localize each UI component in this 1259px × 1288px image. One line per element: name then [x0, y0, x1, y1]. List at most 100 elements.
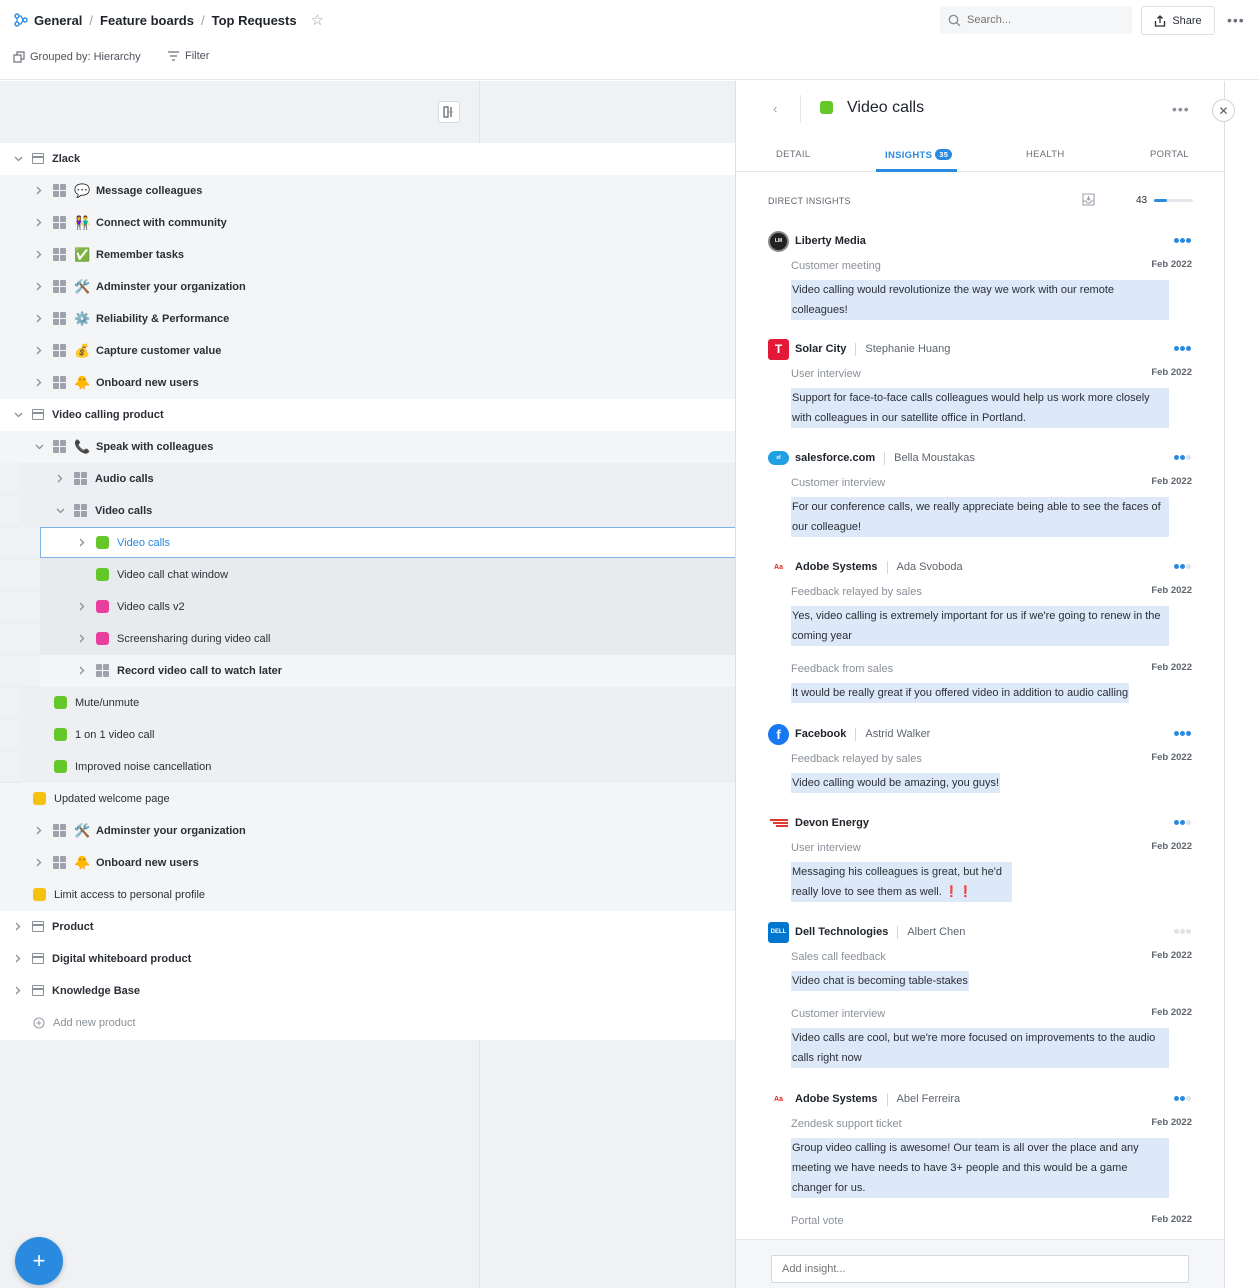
tree-row[interactable]: 👫 Connect with community — [0, 207, 736, 239]
insight-quote[interactable]: Group video calling is awesome! Our team… — [791, 1138, 1169, 1198]
tree-row[interactable]: 📞 Speak with colleagues — [0, 431, 736, 463]
insight-card[interactable]: Devon Energy User interview Feb 2022 Messag… — [768, 812, 1192, 902]
importance-indicator[interactable] — [1173, 237, 1192, 244]
insight-quote[interactable]: Video calls are cool, but we're more foc… — [791, 1028, 1169, 1068]
tree-row[interactable]: Limit access to personal profile — [0, 879, 736, 911]
add-insight-input[interactable] — [771, 1255, 1189, 1283]
search-box[interactable] — [940, 6, 1132, 34]
importance-indicator[interactable] — [1173, 345, 1192, 352]
importance-indicator[interactable] — [1173, 928, 1192, 935]
star-icon[interactable]: ☆ — [311, 13, 324, 28]
tab-detail[interactable]: DETAIL — [776, 149, 810, 160]
tree-row[interactable]: Video calling product — [0, 399, 736, 431]
inbox-icon[interactable] — [1082, 193, 1095, 206]
tree-row[interactable]: Product — [0, 911, 736, 943]
chevron-right-icon[interactable] — [33, 313, 45, 325]
back-chevron-icon[interactable]: ‹ — [773, 101, 777, 116]
insight-quote[interactable]: Support for face-to-face calls colleague… — [791, 388, 1169, 428]
insight-quote[interactable]: Video calling would revolutionize the wa… — [791, 280, 1169, 320]
company-name[interactable]: Adobe Systems — [795, 561, 878, 573]
insight-card[interactable]: sf salesforce.com Bella Moustakas Customer … — [768, 447, 1192, 537]
company-name[interactable]: salesforce.com — [795, 452, 875, 464]
insight-quote[interactable]: Video calling would be amazing, you guys… — [791, 773, 1001, 793]
insight-card[interactable]: DELL Dell Technologies Albert Chen Sales ca… — [768, 921, 1192, 1068]
importance-indicator[interactable] — [1173, 819, 1192, 826]
insight-quote[interactable]: Video chat is becoming table-stakes — [791, 971, 969, 991]
tree-row[interactable]: Screensharing during video call — [0, 623, 736, 655]
chevron-right-icon[interactable] — [54, 473, 66, 485]
tree-row[interactable]: Audio calls — [0, 463, 736, 495]
tree-row[interactable]: ⚙️ Reliability & Performance — [0, 303, 736, 335]
panel-title[interactable]: Video calls — [847, 99, 924, 117]
tree-row[interactable]: 💰 Capture customer value — [0, 335, 736, 367]
tree-row[interactable]: 🐥 Onboard new users — [0, 847, 736, 879]
person-name[interactable]: Stephanie Huang — [865, 343, 950, 355]
chevron-right-icon[interactable] — [33, 377, 45, 389]
chevron-right-icon[interactable] — [33, 345, 45, 357]
search-input[interactable] — [967, 14, 1117, 26]
insight-card[interactable]: LM Liberty Media Customer meeting Feb 2022 V… — [768, 230, 1192, 320]
tree-row[interactable]: Video calls — [0, 495, 736, 527]
insight-card[interactable]: Aa Adobe Systems Abel Ferreira Zendesk supp… — [768, 1088, 1192, 1227]
insight-card[interactable]: Aa Adobe Systems Ada Svoboda Feedback relay… — [768, 556, 1192, 703]
tab-portal[interactable]: PORTAL — [1150, 149, 1189, 160]
person-name[interactable]: Astrid Walker — [865, 728, 930, 740]
chevron-right-icon[interactable] — [33, 825, 45, 837]
add-new-product-row[interactable]: Add new product — [0, 1007, 736, 1040]
chevron-right-icon[interactable] — [76, 665, 88, 677]
close-panel-button[interactable]: ✕ — [1212, 99, 1235, 122]
breadcrumb-feature-boards[interactable]: Feature boards — [100, 13, 194, 28]
insight-card[interactable]: T Solar City Stephanie Huang User interview… — [768, 338, 1192, 428]
tree-row[interactable]: Updated welcome page — [0, 783, 736, 815]
chevron-right-icon[interactable] — [76, 601, 88, 613]
tree-row[interactable]: Mute/unmute — [0, 687, 736, 719]
chevron-right-icon[interactable] — [76, 633, 88, 645]
importance-indicator[interactable] — [1173, 563, 1192, 570]
person-name[interactable]: Bella Moustakas — [894, 452, 975, 464]
chevron-right-icon[interactable] — [33, 217, 45, 229]
breadcrumb-top-requests[interactable]: Top Requests — [212, 13, 297, 28]
more-options-icon[interactable]: ••• — [1227, 12, 1245, 28]
company-name[interactable]: Facebook — [795, 728, 846, 740]
chevron-down-icon[interactable] — [54, 505, 66, 517]
chevron-right-icon[interactable] — [12, 985, 24, 997]
insight-quote[interactable]: It would be really great if you offered … — [791, 683, 1130, 703]
tree-row[interactable]: Video call chat window — [0, 559, 736, 591]
chevron-right-icon[interactable] — [33, 249, 45, 261]
person-name[interactable]: Albert Chen — [907, 926, 965, 938]
insight-quote[interactable]: Messaging his colleagues is great, but h… — [791, 862, 1012, 902]
tree-row[interactable]: Video calls — [0, 527, 736, 559]
company-name[interactable]: Liberty Media — [795, 235, 866, 247]
importance-indicator[interactable] — [1173, 454, 1192, 461]
insight-card[interactable]: f Facebook Astrid Walker Feedback relayed b… — [768, 723, 1192, 793]
tree-row[interactable]: 1 on 1 video call — [0, 719, 736, 751]
panel-more-icon[interactable]: ••• — [1172, 101, 1190, 117]
tree-row[interactable]: Record video call to watch later — [0, 655, 736, 687]
company-name[interactable]: Dell Technologies — [795, 926, 888, 938]
tab-insights[interactable]: INSIGHTS 35 — [885, 149, 953, 161]
tree-row[interactable]: 🛠️ Adminster your organization — [0, 815, 736, 847]
breadcrumb-general[interactable]: General — [34, 13, 82, 28]
tree-row[interactable]: ✅ Remember tasks — [0, 239, 736, 271]
company-name[interactable]: Devon Energy — [795, 817, 869, 829]
tree-row[interactable]: 💬 Message colleagues — [0, 175, 736, 207]
insight-list[interactable]: LM Liberty Media Customer meeting Feb 2022 V… — [736, 221, 1224, 1238]
tree-row[interactable]: Digital whiteboard product — [0, 943, 736, 975]
importance-indicator[interactable] — [1173, 730, 1192, 737]
company-name[interactable]: Adobe Systems — [795, 1093, 878, 1105]
add-fab-button[interactable]: + — [15, 1237, 63, 1285]
tree-row[interactable]: 🐥 Onboard new users — [0, 367, 736, 399]
tree-row[interactable]: Zlack — [0, 143, 736, 175]
tree-row[interactable]: Video calls v2 — [0, 591, 736, 623]
share-button[interactable]: Share — [1141, 6, 1215, 35]
chevron-down-icon[interactable] — [12, 153, 24, 165]
chevron-right-icon[interactable] — [33, 185, 45, 197]
grouped-by-button[interactable]: Grouped by: Hierarchy — [13, 51, 141, 63]
chevron-right-icon[interactable] — [12, 953, 24, 965]
insight-quote[interactable]: Yes, video calling is extremely importan… — [791, 606, 1169, 646]
insight-quote[interactable]: For our conference calls, we really appr… — [791, 497, 1169, 537]
tab-health[interactable]: HEALTH — [1026, 149, 1065, 160]
column-settings-button[interactable] — [438, 101, 460, 123]
tree-row[interactable]: 🛠️ Adminster your organization — [0, 271, 736, 303]
tree-row[interactable]: Knowledge Base — [0, 975, 736, 1007]
